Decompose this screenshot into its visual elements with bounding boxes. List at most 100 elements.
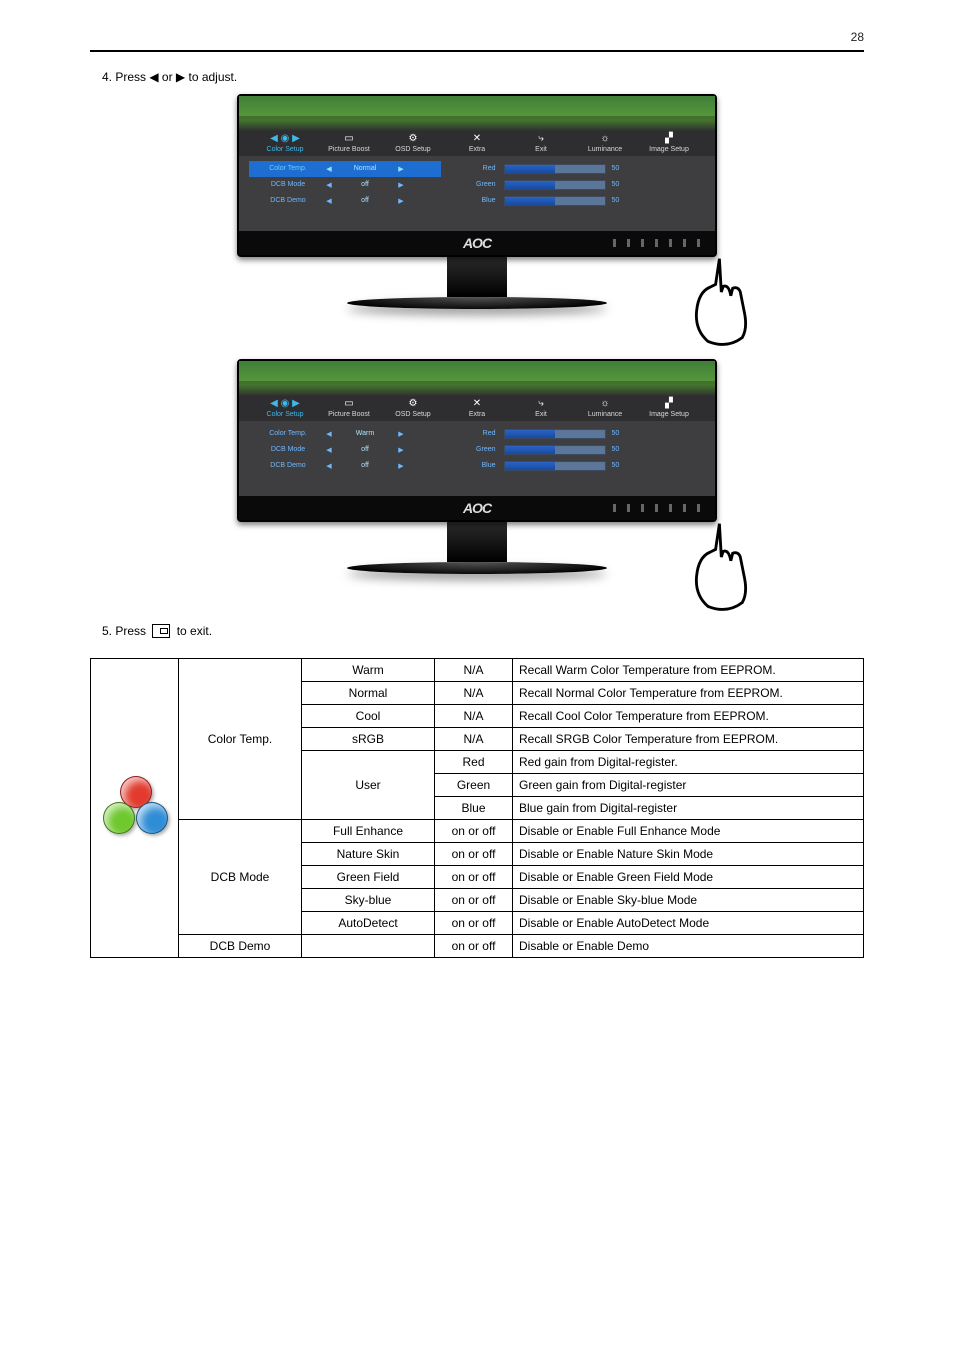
step5-suffix: to exit. [177,624,212,638]
osd-tab-luminance[interactable]: ☼ Luminance [573,134,637,156]
opt-green-field: Green Field [302,865,435,888]
osd-tab-label: Image Setup [649,411,689,418]
osd-tab-extra[interactable]: ✕ Extra [445,399,509,421]
arrow-right-icon[interactable]: ▶ [395,165,407,173]
osd-slider-bar[interactable] [504,196,606,206]
opt-nature-skin: Nature Skin [302,842,435,865]
osd-row-dcb-mode[interactable]: DCB Mode ◀ off ▶ [249,177,441,193]
osd-tab-label: OSD Setup [395,146,430,153]
desc-user-red: Red gain from Digital-register. [513,750,864,773]
osd-slider-red[interactable]: Red 50 [441,426,705,442]
step4-text: 4. Press ◀ or ▶ to adjust. [102,70,864,84]
osd-slider-bar[interactable] [504,429,606,439]
arrow-left-icon[interactable]: ◀ [323,462,335,470]
step5-prefix: 5. Press [102,624,149,638]
monitor-buttons-row[interactable] [613,504,703,512]
arrow-right-icon[interactable]: ▶ [395,181,407,189]
osd-slider-label: Red [441,430,504,437]
osd-tab-picture-boost[interactable]: ▭ Picture Boost [317,134,381,156]
osd-row-label: DCB Mode [249,181,323,188]
osd-row-color-temp[interactable]: Color Temp. ◀ Warm ▶ [249,426,441,442]
osd-tab-exit[interactable]: ⤷ Exit [509,399,573,421]
image-setup-icon: ▞ [637,399,701,409]
arrow-right-icon[interactable]: ▶ [395,430,407,438]
arrow-left-icon[interactable]: ◀ [323,181,335,189]
osd-tab-label: Exit [535,146,547,153]
osd-slider-bar[interactable] [504,164,606,174]
osd-tab-exit[interactable]: ⤷ Exit [509,134,573,156]
table-row: Color Temp. Warm N/A Recall Warm Color T… [91,658,864,681]
osd-tab-label: Color Setup [267,411,304,418]
picture-boost-icon: ▭ [317,134,381,144]
osd-setup-icon: ⚙ [381,134,445,144]
osd-tab-osd-setup[interactable]: ⚙ OSD Setup [381,134,445,156]
desc-user-green: Green gain from Digital-register [513,773,864,796]
arrow-right-icon[interactable]: ▶ [395,446,407,454]
osd-row-label: DCB Demo [249,462,323,469]
osd-slider-red[interactable]: Red 50 [441,161,705,177]
page-number: 28 [851,30,864,44]
osd-row-dcb-mode[interactable]: DCB Mode ◀ off ▶ [249,442,441,458]
osd-tab-label: Luminance [588,146,622,153]
monitor-chin: AOC [239,231,715,255]
opt-full-enhance: Full Enhance [302,819,435,842]
osd-slider-green[interactable]: Green 50 [441,442,705,458]
osd-row-dcb-demo[interactable]: DCB Demo ◀ off ▶ [249,458,441,474]
arrow-left-icon[interactable]: ◀ [323,197,335,205]
arrow-right-icon[interactable]: ▶ [395,462,407,470]
val-srgb: N/A [435,727,513,750]
monitor-base [347,297,607,309]
monitor-stand [447,257,507,297]
osd-row-value: off [335,197,395,204]
osd-slider-blue[interactable]: Blue 50 [441,458,705,474]
osd-row-value: off [335,181,395,188]
osd-tab-color-setup[interactable]: ◀ ◉ ▶ Color Setup [253,399,317,421]
osd-tab-image-setup[interactable]: ▞ Image Setup [637,399,701,421]
osd-slider-label: Red [441,165,504,172]
osd-slider-value: 50 [612,181,620,188]
color-setup-table: Color Temp. Warm N/A Recall Warm Color T… [90,658,864,958]
osd-slider-bar[interactable] [504,461,606,471]
osd-slider-blue[interactable]: Blue 50 [441,193,705,209]
osd-row-dcb-demo[interactable]: DCB Demo ◀ off ▶ [249,193,441,209]
exit-icon: ⤷ [509,399,573,409]
osd-tab-luminance[interactable]: ☼ Luminance [573,399,637,421]
desc-warm: Recall Warm Color Temperature from EEPRO… [513,658,864,681]
brand-logo: AOC [463,235,491,251]
auto-button-icon [152,624,170,638]
osd-tab-label: Color Setup [267,146,304,153]
osd-slider-label: Green [441,446,504,453]
osd-slider-green[interactable]: Green 50 [441,177,705,193]
color-setup-icon: ◀ ◉ ▶ [253,134,317,144]
desc-full-enhance: Disable or Enable Full Enhance Mode [513,819,864,842]
osd-tab-label: Exit [535,411,547,418]
monitor-stand [447,522,507,562]
arrow-left-icon[interactable]: ◀ [323,446,335,454]
osd-slider-value: 50 [612,197,620,204]
osd-tab-extra[interactable]: ✕ Extra [445,134,509,156]
osd-slider-bar[interactable] [504,180,606,190]
monitor-base [347,562,607,574]
group-color-temp: Color Temp. [179,658,302,819]
monitor-screenshot-2: ◀ ◉ ▶ Color Setup ▭ Picture Boost ⚙ OSD … [90,359,864,599]
monitor-buttons-row[interactable] [613,239,703,247]
osd-row-color-temp[interactable]: Color Temp. ◀ Normal ▶ [249,161,441,177]
arrow-left-icon[interactable]: ◀ [323,165,335,173]
arrow-right-icon[interactable]: ▶ [395,197,407,205]
opt-sky-blue: Sky-blue [302,888,435,911]
opt-user: User [302,750,435,819]
arrow-left-icon[interactable]: ◀ [323,430,335,438]
val-warm: N/A [435,658,513,681]
picture-boost-icon: ▭ [317,399,381,409]
osd-row-label: Color Temp. [249,165,323,172]
osd-slider-bar[interactable] [504,445,606,455]
osd-tabs: ◀ ◉ ▶ Color Setup ▭ Picture Boost ⚙ OSD … [239,116,715,156]
val-cool: N/A [435,704,513,727]
desc-srgb: Recall SRGB Color Temperature from EEPRO… [513,727,864,750]
osd-tab-image-setup[interactable]: ▞ Image Setup [637,134,701,156]
osd-row-label: DCB Mode [249,446,323,453]
monitor-screenshot-1: ◀ ◉ ▶ Color Setup ▭ Picture Boost ⚙ OSD … [90,94,864,334]
osd-tab-picture-boost[interactable]: ▭ Picture Boost [317,399,381,421]
osd-tab-osd-setup[interactable]: ⚙ OSD Setup [381,399,445,421]
osd-tab-color-setup[interactable]: ◀ ◉ ▶ Color Setup [253,134,317,156]
